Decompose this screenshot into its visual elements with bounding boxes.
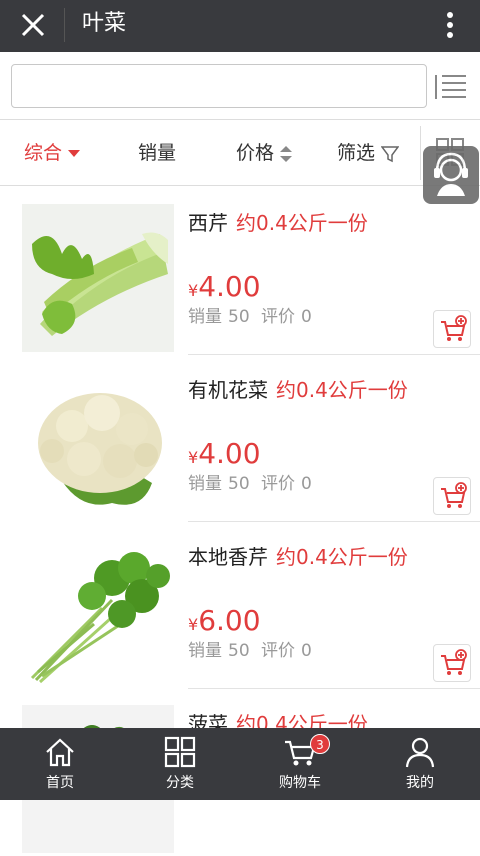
sort-sales[interactable]: 销量 xyxy=(138,138,176,168)
celery-image xyxy=(22,204,174,352)
user-icon xyxy=(405,737,435,768)
bottom-tab-bar: 首页 分类 购物车 我的 3 xyxy=(0,728,480,800)
sort-filter[interactable]: 筛选 xyxy=(337,138,400,168)
product-meta: 销量 50 评价 0 xyxy=(188,302,318,327)
reviews-label: 评价 xyxy=(261,474,296,494)
product-image[interactable] xyxy=(22,371,174,519)
reviews-label: 评价 xyxy=(261,307,296,327)
close-icon[interactable] xyxy=(18,10,48,40)
product-meta: 销量 50 评价 0 xyxy=(188,469,318,494)
price-value: 4.00 xyxy=(198,270,261,303)
sort-label: 筛选 xyxy=(337,142,376,164)
currency-symbol: ¥ xyxy=(188,615,199,634)
home-icon xyxy=(46,738,74,767)
add-to-cart-button[interactable] xyxy=(433,477,471,515)
price-value: 4.00 xyxy=(198,437,261,470)
cauliflower-image xyxy=(22,371,174,519)
product-name: 有机花菜 xyxy=(188,378,268,402)
add-to-cart-button[interactable] xyxy=(433,644,471,682)
tab-home[interactable]: 首页 xyxy=(0,728,120,800)
product-spec: 约0.4公斤一份 xyxy=(236,211,368,235)
sales-label: 销量 xyxy=(188,641,222,661)
product-name: 本地香芹 xyxy=(188,545,268,569)
search-row xyxy=(0,52,480,120)
caret-down-icon xyxy=(68,149,81,157)
reviews-count: 0 xyxy=(301,641,312,661)
add-to-cart-button[interactable] xyxy=(433,310,471,348)
list-view-icon[interactable] xyxy=(434,72,468,102)
top-bar: 叶菜 xyxy=(0,0,480,52)
sort-label: 价格 xyxy=(236,142,275,164)
product-item[interactable]: 有机花菜 约0.4公斤一份 ¥4.00 销量 50 评价 0 xyxy=(0,355,480,522)
sales-label: 销量 xyxy=(188,474,222,494)
tab-cart[interactable]: 购物车 xyxy=(240,728,360,800)
divider xyxy=(64,8,65,42)
sales-count: 50 xyxy=(228,641,250,661)
product-image[interactable] xyxy=(22,204,174,352)
product-title: 有机花菜 约0.4公斤一份 xyxy=(188,377,408,403)
sort-arrows-icon xyxy=(280,145,293,162)
sales-label: 销量 xyxy=(188,307,222,327)
more-options-icon[interactable] xyxy=(438,10,462,40)
cart-badge: 3 xyxy=(310,734,330,754)
add-cart-icon xyxy=(441,315,467,341)
product-spec: 约0.4公斤一份 xyxy=(276,378,408,402)
sort-bar: 综合 销量 价格 筛选 xyxy=(0,120,480,186)
sort-price[interactable]: 价格 xyxy=(236,138,293,168)
filter-icon xyxy=(381,145,400,162)
add-cart-icon xyxy=(441,482,467,508)
tab-category[interactable]: 分类 xyxy=(120,728,240,800)
category-icon xyxy=(164,736,196,768)
product-image[interactable] xyxy=(22,538,174,686)
tab-label: 分类 xyxy=(166,775,194,791)
product-spec: 约0.4公斤一份 xyxy=(276,545,408,569)
parsley-image xyxy=(22,538,174,686)
search-input[interactable] xyxy=(11,64,427,108)
page-title: 叶菜 xyxy=(82,11,127,36)
tab-profile[interactable]: 我的 xyxy=(360,728,480,800)
product-meta: 销量 50 评价 0 xyxy=(188,636,318,661)
reviews-label: 评价 xyxy=(261,641,296,661)
tab-label: 我的 xyxy=(406,775,434,791)
product-title: 本地香芹 约0.4公斤一份 xyxy=(188,544,408,570)
sort-label: 综合 xyxy=(24,142,63,164)
divider xyxy=(420,126,421,180)
currency-symbol: ¥ xyxy=(188,448,199,467)
sales-count: 50 xyxy=(228,474,250,494)
product-item[interactable]: 本地香芹 约0.4公斤一份 ¥6.00 销量 50 评价 0 xyxy=(0,522,480,689)
reviews-count: 0 xyxy=(301,307,312,327)
currency-symbol: ¥ xyxy=(188,281,199,300)
product-price: ¥4.00 xyxy=(188,437,261,471)
product-price: ¥6.00 xyxy=(188,604,261,638)
tab-label: 首页 xyxy=(46,775,74,791)
add-cart-icon xyxy=(441,649,467,675)
tab-label: 购物车 xyxy=(279,775,321,791)
product-title: 西芹 约0.4公斤一份 xyxy=(188,210,368,236)
sales-count: 50 xyxy=(228,307,250,327)
product-price: ¥4.00 xyxy=(188,270,261,304)
price-value: 6.00 xyxy=(198,604,261,637)
product-item[interactable]: 西芹 约0.4公斤一份 ¥4.00 销量 50 评价 0 xyxy=(0,188,480,355)
sort-label: 销量 xyxy=(138,142,177,164)
sort-comprehensive[interactable]: 综合 xyxy=(24,138,81,168)
product-name: 西芹 xyxy=(188,211,228,235)
reviews-count: 0 xyxy=(301,474,312,494)
